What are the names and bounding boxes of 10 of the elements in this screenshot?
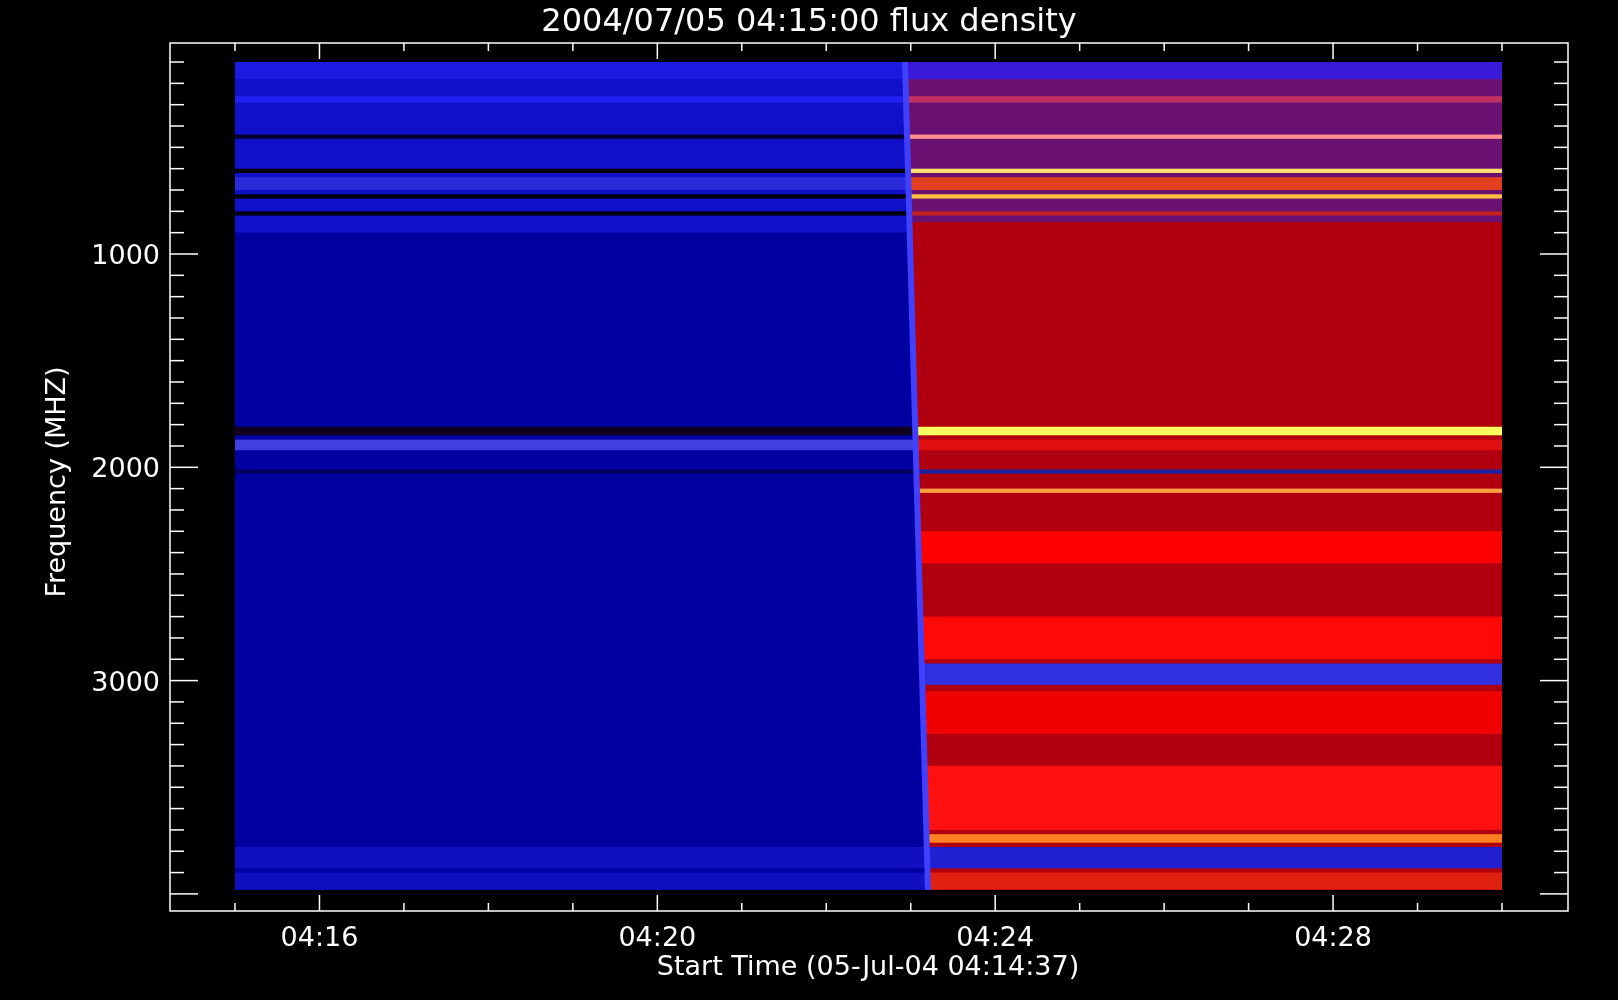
x-tick-label: 04:20 xyxy=(618,921,697,952)
x-tick-label: 04:24 xyxy=(956,921,1035,952)
y-axis-label: Frequency (MHZ) xyxy=(40,366,71,598)
y-tick-label: 3000 xyxy=(91,665,160,697)
x-tick-label: 04:16 xyxy=(280,921,359,952)
chart-title: 2004/07/05 04:15:00 flux density xyxy=(541,1,1077,39)
y-tick-label: 2000 xyxy=(91,452,160,484)
y-tick-label: 1000 xyxy=(91,239,160,270)
x-tick-label: 04:28 xyxy=(1294,921,1372,952)
x-axis-label: Start Time (05-Jul-04 04:14:37) xyxy=(656,950,1080,981)
